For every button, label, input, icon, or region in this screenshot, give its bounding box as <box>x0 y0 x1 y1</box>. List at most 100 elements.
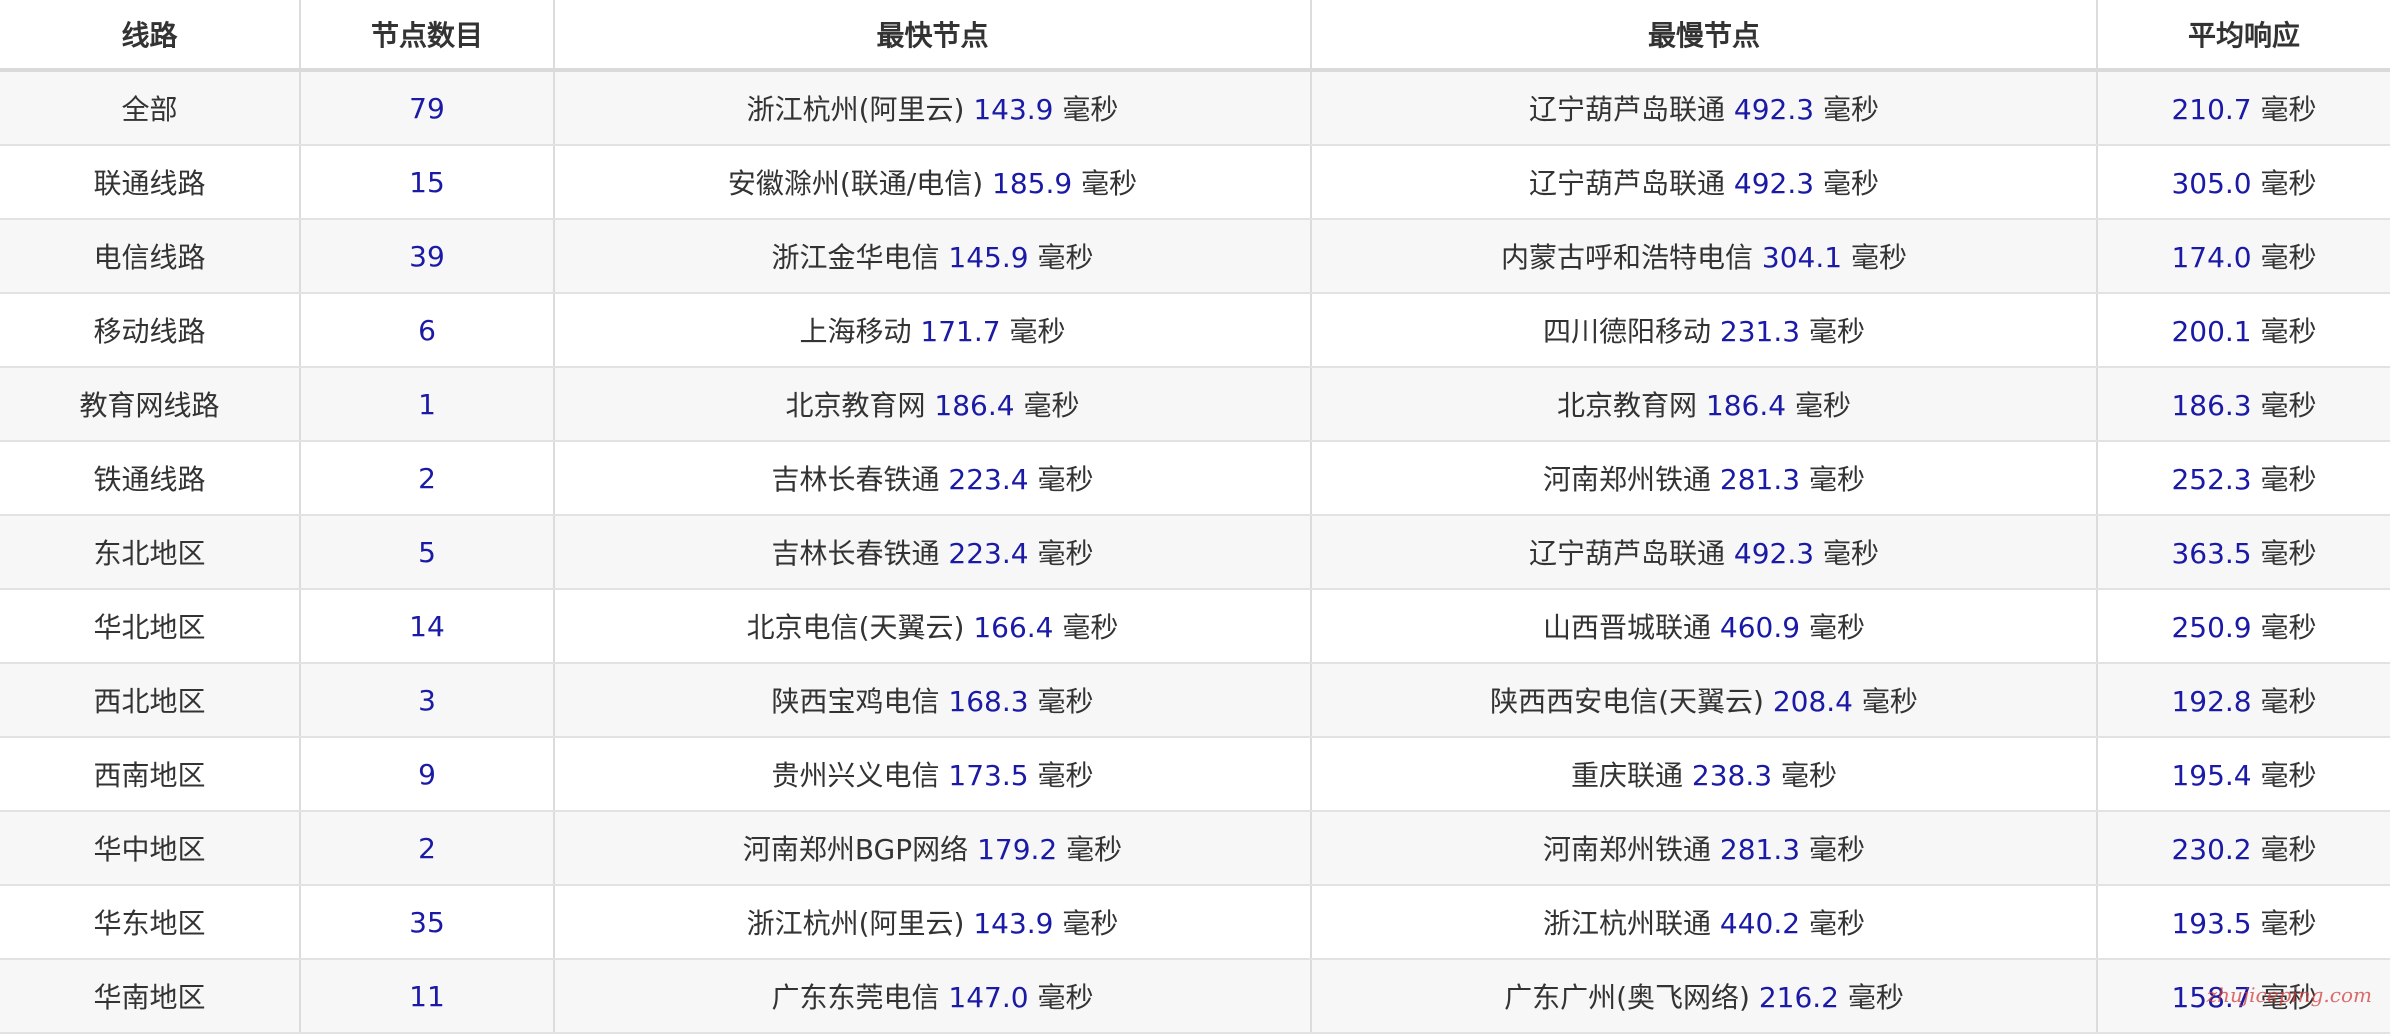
average-response-cell: 186.3 毫秒 <box>2096 367 2390 442</box>
fastest-node-ms: 185.9 <box>992 167 1073 200</box>
unit-label: 毫秒 <box>1850 241 1907 274</box>
slowest-node-name: 重庆联通 <box>1570 759 1683 792</box>
average-response-cell: 200.1 毫秒 <box>2096 293 2390 368</box>
header-fastest-node: 最快节点 <box>553 0 1312 72</box>
unit-label: 毫秒 <box>2260 907 2317 940</box>
average-response-cell: 174.0 毫秒 <box>2096 219 2390 294</box>
node-count-cell: 3 <box>299 663 555 738</box>
table-row: 电信线路 39 浙江金华电信 145.9 毫秒 内蒙古呼和浩特电信 304.1 毫秒 1… <box>0 219 2390 294</box>
node-count-cell: 5 <box>299 515 555 590</box>
table-row: 铁通线路 2 吉林长春铁通 223.4 毫秒 河南郑州铁通 281.3 毫秒 252.3… <box>0 441 2390 516</box>
node-count-value: 39 <box>409 239 445 273</box>
slowest-node-name: 辽宁葫芦岛联通 <box>1528 93 1725 126</box>
unit-label: 毫秒 <box>1822 537 1879 570</box>
fastest-node-ms: 143.9 <box>973 907 1054 940</box>
route-cell: 西北地区 <box>0 663 301 738</box>
unit-label: 毫秒 <box>1023 389 1080 422</box>
node-count-value: 35 <box>409 905 445 939</box>
average-response-ms: 305.0 <box>2171 167 2252 200</box>
unit-label: 毫秒 <box>2260 611 2317 644</box>
header-node-count: 节点数目 <box>299 0 555 72</box>
route-cell: 西南地区 <box>0 737 301 812</box>
node-count-cell: 14 <box>299 589 555 664</box>
table-body: 全部 79 浙江杭州(阿里云) 143.9 毫秒 辽宁葫芦岛联通 492.3 毫秒 21… <box>0 70 2390 1034</box>
table-row: 联通线路 15 安徽滁州(联通/电信) 185.9 毫秒 辽宁葫芦岛联通 492.3 … <box>0 145 2390 220</box>
slowest-node-cell: 河南郑州铁通 281.3 毫秒 <box>1310 811 2098 886</box>
average-response-ms: 230.2 <box>2171 833 2252 866</box>
slowest-node-ms: 304.1 <box>1761 241 1843 274</box>
average-response-ms: 186.3 <box>2171 389 2252 422</box>
fastest-node-ms: 168.3 <box>948 685 1029 718</box>
average-response-ms: 363.5 <box>2171 537 2252 570</box>
node-count-value: 2 <box>418 831 436 865</box>
slowest-node-cell: 广东广州(奥飞网络) 216.2 毫秒 <box>1310 959 2098 1034</box>
fastest-node-cell: 北京电信(天翼云) 166.4 毫秒 <box>553 589 1312 664</box>
route-cell: 铁通线路 <box>0 441 301 516</box>
fastest-node-cell: 浙江金华电信 145.9 毫秒 <box>553 219 1312 294</box>
node-count-cell: 79 <box>299 70 555 146</box>
fastest-node-name: 吉林长春铁通 <box>771 463 940 496</box>
slowest-node-ms: 238.3 <box>1691 759 1773 792</box>
slowest-node-cell: 北京教育网 186.4 毫秒 <box>1310 367 2098 442</box>
fastest-node-ms: 186.4 <box>934 389 1015 422</box>
average-response-cell: 252.3 毫秒 <box>2096 441 2390 516</box>
fastest-node-cell: 浙江杭州(阿里云) 143.9 毫秒 <box>553 70 1312 146</box>
node-count-value: 5 <box>418 535 436 569</box>
slowest-node-name: 河南郑州铁通 <box>1542 833 1711 866</box>
table-row: 东北地区 5 吉林长春铁通 223.4 毫秒 辽宁葫芦岛联通 492.3 毫秒 363.… <box>0 515 2390 590</box>
fastest-node-name: 浙江杭州(阿里云) <box>746 93 965 126</box>
table-row: 华东地区 35 浙江杭州(阿里云) 143.9 毫秒 浙江杭州联通 440.2 毫秒 1… <box>0 885 2390 960</box>
fastest-node-ms: 143.9 <box>973 93 1054 126</box>
unit-label: 毫秒 <box>1808 833 1865 866</box>
fastest-node-cell: 贵州兴义电信 173.5 毫秒 <box>553 737 1312 812</box>
fastest-node-name: 贵州兴义电信 <box>771 759 940 792</box>
fastest-node-name: 广东东莞电信 <box>771 981 940 1014</box>
header-route: 线路 <box>0 0 301 72</box>
fastest-node-ms: 166.4 <box>973 611 1054 644</box>
slowest-node-name: 广东广州(奥飞网络) <box>1504 981 1750 1014</box>
average-response-cell: 230.2 毫秒 <box>2096 811 2390 886</box>
fastest-node-ms: 147.0 <box>948 981 1029 1014</box>
unit-label: 毫秒 <box>1066 833 1123 866</box>
node-count-cell: 1 <box>299 367 555 442</box>
fastest-node-ms: 223.4 <box>948 463 1029 496</box>
unit-label: 毫秒 <box>2260 537 2317 570</box>
node-count-cell: 2 <box>299 811 555 886</box>
node-count-cell: 39 <box>299 219 555 294</box>
fastest-node-name: 河南郑州BGP网络 <box>742 833 969 866</box>
average-response-ms: 195.4 <box>2171 759 2252 792</box>
node-count-value: 1 <box>418 387 436 421</box>
node-count-cell: 9 <box>299 737 555 812</box>
route-cell: 华中地区 <box>0 811 301 886</box>
route-cell: 教育网线路 <box>0 367 301 442</box>
fastest-node-name: 北京电信(天翼云) <box>746 611 965 644</box>
unit-label: 毫秒 <box>2260 315 2317 348</box>
table-row: 华北地区 14 北京电信(天翼云) 166.4 毫秒 山西晋城联通 460.9 毫秒 2… <box>0 589 2390 664</box>
unit-label: 毫秒 <box>1808 315 1865 348</box>
unit-label: 毫秒 <box>1037 463 1094 496</box>
route-cell: 东北地区 <box>0 515 301 590</box>
average-response-cell: 195.4 毫秒 <box>2096 737 2390 812</box>
average-response-ms: 192.8 <box>2171 685 2252 718</box>
slowest-node-name: 山西晋城联通 <box>1542 611 1711 644</box>
fastest-node-cell: 北京教育网 186.4 毫秒 <box>553 367 1312 442</box>
fastest-node-ms: 171.7 <box>920 315 1001 348</box>
route-cell: 华北地区 <box>0 589 301 664</box>
unit-label: 毫秒 <box>1062 611 1119 644</box>
fastest-node-name: 北京教育网 <box>785 389 926 422</box>
fastest-node-name: 吉林长春铁通 <box>771 537 940 570</box>
table-row: 西北地区 3 陕西宝鸡电信 168.3 毫秒 陕西西安电信(天翼云) 208.4 毫秒… <box>0 663 2390 738</box>
unit-label: 毫秒 <box>2260 685 2317 718</box>
slowest-node-name: 辽宁葫芦岛联通 <box>1528 537 1725 570</box>
unit-label: 毫秒 <box>1794 389 1851 422</box>
average-response-cell: 192.8 毫秒 <box>2096 663 2390 738</box>
slowest-node-cell: 山西晋城联通 460.9 毫秒 <box>1310 589 2098 664</box>
fastest-node-cell: 吉林长春铁通 223.4 毫秒 <box>553 515 1312 590</box>
average-response-cell: 158.7 毫秒 <box>2096 959 2390 1034</box>
unit-label: 毫秒 <box>2260 833 2317 866</box>
average-response-cell: 305.0 毫秒 <box>2096 145 2390 220</box>
slowest-node-name: 内蒙古呼和浩特电信 <box>1500 241 1753 274</box>
slowest-node-ms: 440.2 <box>1719 907 1801 940</box>
slowest-node-cell: 浙江杭州联通 440.2 毫秒 <box>1310 885 2098 960</box>
route-cell: 电信线路 <box>0 219 301 294</box>
